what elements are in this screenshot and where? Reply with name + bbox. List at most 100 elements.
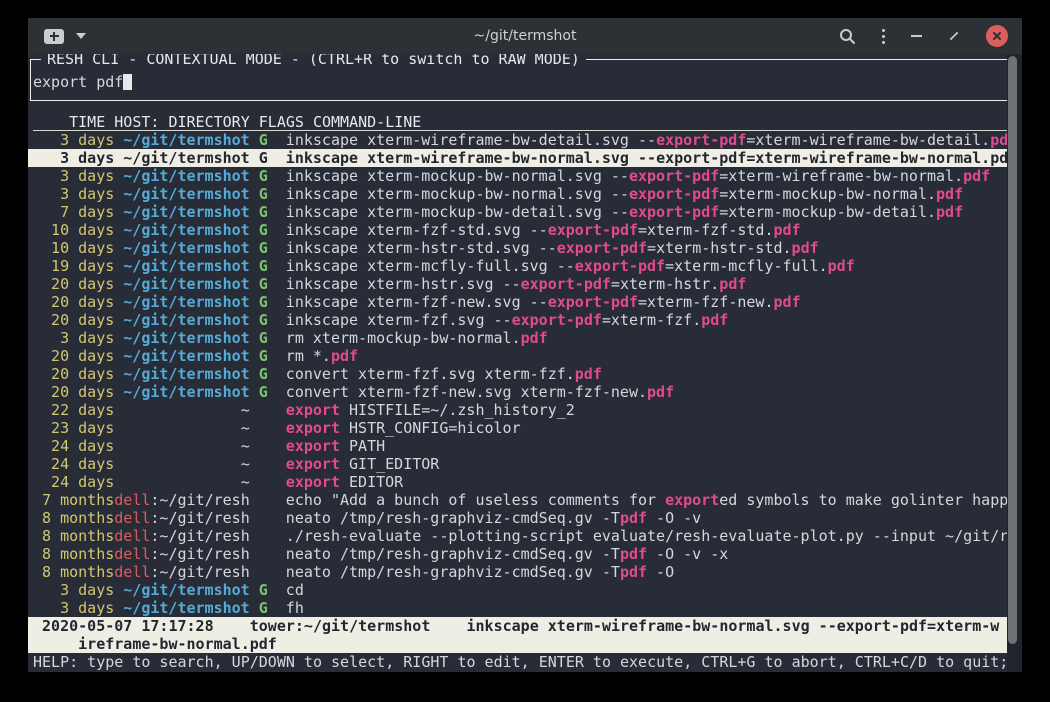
match-highlight: pdf: [936, 203, 963, 221]
scrollbar-track[interactable]: [1007, 54, 1022, 672]
history-row[interactable]: 3 days~/git/termshotGinkscape xterm-mock…: [33, 167, 1008, 185]
restore-button[interactable]: [948, 30, 960, 42]
history-row[interactable]: 3 days~/git/termshotGinkscape xterm-wire…: [28, 149, 1008, 167]
row-flag: G: [259, 347, 268, 365]
minimize-button[interactable]: [911, 35, 922, 37]
row-flag: G: [259, 383, 268, 401]
history-row[interactable]: 20 days~/git/termshotGinkscape xterm-hst…: [33, 275, 1008, 293]
row-command: inkscape xterm-hstr.svg --export-pdf=xte…: [286, 275, 1009, 293]
command-text: inkscape xterm-fzf-std.svg --: [286, 221, 548, 239]
row-host: dell: [114, 491, 150, 509]
history-row[interactable]: 24 days~export GIT_EDITOR: [33, 455, 1008, 473]
history-row[interactable]: 8 monthsdell:~/git/reshneato /tmp/resh-g…: [33, 509, 1008, 527]
detail-line-2: ireframe-bw-normal.pdf: [33, 635, 1008, 653]
command-text: =xterm-wireframe-bw-normal.: [746, 149, 990, 167]
history-row[interactable]: 8 monthsdell:~/git/resh./resh-evaluate -…: [33, 527, 1008, 545]
row-dir-path: :~/git/resh: [150, 491, 249, 509]
match-highlight: export: [286, 437, 340, 455]
command-text: rm xterm-mockup-bw-normal.: [286, 329, 521, 347]
history-row[interactable]: 19 days~/git/termshotGinkscape xterm-mcf…: [33, 257, 1008, 275]
history-row[interactable]: 10 days~/git/termshotGinkscape xterm-fzf…: [33, 221, 1008, 239]
close-icon: [992, 31, 1002, 41]
history-row[interactable]: 3 days~/git/termshotGinkscape xterm-mock…: [33, 185, 1008, 203]
row-directory: ~/git/termshot: [114, 275, 249, 293]
tab-dropdown-button[interactable]: [76, 33, 86, 39]
row-directory: ~/git/termshot: [114, 365, 249, 383]
history-row[interactable]: 20 days~/git/termshotGinkscape xterm-fzf…: [33, 311, 1008, 329]
row-directory: dell:~/git/resh: [114, 527, 249, 545]
history-row[interactable]: 7 monthsdell:~/git/reshecho "Add a bunch…: [33, 491, 1008, 509]
row-directory: ~/git/termshot: [114, 185, 249, 203]
row-directory: ~/git/termshot: [114, 221, 249, 239]
command-text: HISTFILE=~/.zsh_history_2: [340, 401, 575, 419]
match-highlight: pdf: [828, 257, 855, 275]
match-highlight: pdf: [719, 275, 746, 293]
search-input[interactable]: export pdf: [33, 73, 1010, 91]
selected-entry-detail: 2020-05-07 17:17:28 tower:~/git/termshot…: [28, 617, 1008, 653]
tab-dropdown-icon: [76, 33, 86, 39]
history-row[interactable]: 20 days~/git/termshotGinkscape xterm-fzf…: [33, 293, 1008, 311]
row-host: dell: [114, 563, 150, 581]
row-directory: ~/git/termshot: [114, 329, 249, 347]
menu-button[interactable]: [882, 29, 885, 44]
row-dir-path: ~/git/termshot: [123, 203, 249, 221]
history-row[interactable]: 3 days~/git/termshotGfh: [33, 599, 1008, 617]
match-highlight: pdf: [620, 509, 647, 527]
row-time: 8 months: [33, 527, 114, 545]
row-directory: ~/git/termshot: [114, 149, 249, 167]
command-text: cd: [286, 581, 304, 599]
help-bar: HELP: type to search, UP/DOWN to select,…: [33, 653, 1008, 671]
row-directory: dell:~/git/resh: [114, 563, 249, 581]
row-dir-path: ~/git/termshot: [123, 581, 249, 599]
scrollbar-thumb[interactable]: [1008, 56, 1017, 644]
row-time: 20 days: [33, 293, 114, 311]
history-row[interactable]: 8 monthsdell:~/git/reshneato /tmp/resh-g…: [33, 563, 1008, 581]
row-directory: ~/git/termshot: [114, 167, 249, 185]
search-button[interactable]: [839, 28, 856, 45]
history-row[interactable]: 10 days~/git/termshotGinkscape xterm-hst…: [33, 239, 1008, 257]
command-text: =xterm-fzf-std.: [638, 221, 773, 239]
history-list-header: TIME HOST: DIRECTORY FLAGS COMMAND-LINE: [33, 113, 1008, 131]
row-time: 20 days: [33, 275, 114, 293]
command-text: echo "Add a bunch of useless comments fo…: [286, 491, 665, 509]
row-command: inkscape xterm-hstr-std.svg --export-pdf…: [286, 239, 1009, 257]
row-command: neato /tmp/resh-graphviz-cmdSeq.gv -Tpdf…: [286, 509, 1009, 527]
match-highlight: pdf: [936, 185, 963, 203]
command-text: inkscape xterm-mcfly-full.svg --: [286, 257, 575, 275]
close-button[interactable]: [986, 25, 1008, 47]
row-dir-path: ~: [241, 437, 250, 455]
row-directory: ~/git/termshot: [114, 347, 249, 365]
match-highlight: export-pdf: [548, 293, 638, 311]
titlebar: ~/git/termshot: [28, 18, 1022, 54]
history-row[interactable]: 20 days~/git/termshotGrm *.pdf: [33, 347, 1008, 365]
history-row[interactable]: 23 days~export HSTR_CONFIG=hicolor: [33, 419, 1008, 437]
new-tab-button[interactable]: [44, 29, 64, 44]
history-row[interactable]: 3 days~/git/termshotGrm xterm-mockup-bw-…: [33, 329, 1008, 347]
match-highlight: pdf: [647, 383, 674, 401]
menu-icon: [882, 29, 885, 44]
match-highlight: pd: [990, 149, 1008, 167]
command-text: =xterm-mcfly-full.: [665, 257, 828, 275]
history-row[interactable]: 24 days~export EDITOR: [33, 473, 1008, 491]
detail-line-1: 2020-05-07 17:17:28 tower:~/git/termshot…: [33, 617, 1008, 635]
row-command: neato /tmp/resh-graphviz-cmdSeq.gv -Tpdf…: [286, 563, 1009, 581]
row-time: 3 days: [33, 581, 114, 599]
history-row[interactable]: 3 days~/git/termshotGinkscape xterm-wire…: [33, 131, 1008, 149]
history-row[interactable]: 3 days~/git/termshotGcd: [33, 581, 1008, 599]
command-text: PATH: [340, 437, 385, 455]
row-command: echo "Add a bunch of useless comments fo…: [286, 491, 1009, 509]
history-row[interactable]: 22 days~export HISTFILE=~/.zsh_history_2: [33, 401, 1008, 419]
row-time: 22 days: [33, 401, 114, 419]
history-row[interactable]: 20 days~/git/termshotGconvert xterm-fzf-…: [33, 383, 1008, 401]
command-text: fh: [286, 599, 304, 617]
row-directory: ~/git/termshot: [114, 293, 249, 311]
history-row[interactable]: 24 days~export PATH: [33, 437, 1008, 455]
command-text: neato /tmp/resh-graphviz-cmdSeq.gv -T: [286, 545, 620, 563]
row-directory: dell:~/git/resh: [114, 491, 249, 509]
history-row[interactable]: 8 monthsdell:~/git/reshneato /tmp/resh-g…: [33, 545, 1008, 563]
row-directory: ~/git/termshot: [114, 599, 249, 617]
resh-mode-title: RESH CLI - CONTEXTUAL MODE - (CTRL+R to …: [41, 54, 586, 68]
history-row[interactable]: 20 days~/git/termshotGconvert xterm-fzf.…: [33, 365, 1008, 383]
history-row[interactable]: 7 days~/git/termshotGinkscape xterm-mock…: [33, 203, 1008, 221]
row-dir-path: ~/git/termshot: [123, 149, 249, 167]
